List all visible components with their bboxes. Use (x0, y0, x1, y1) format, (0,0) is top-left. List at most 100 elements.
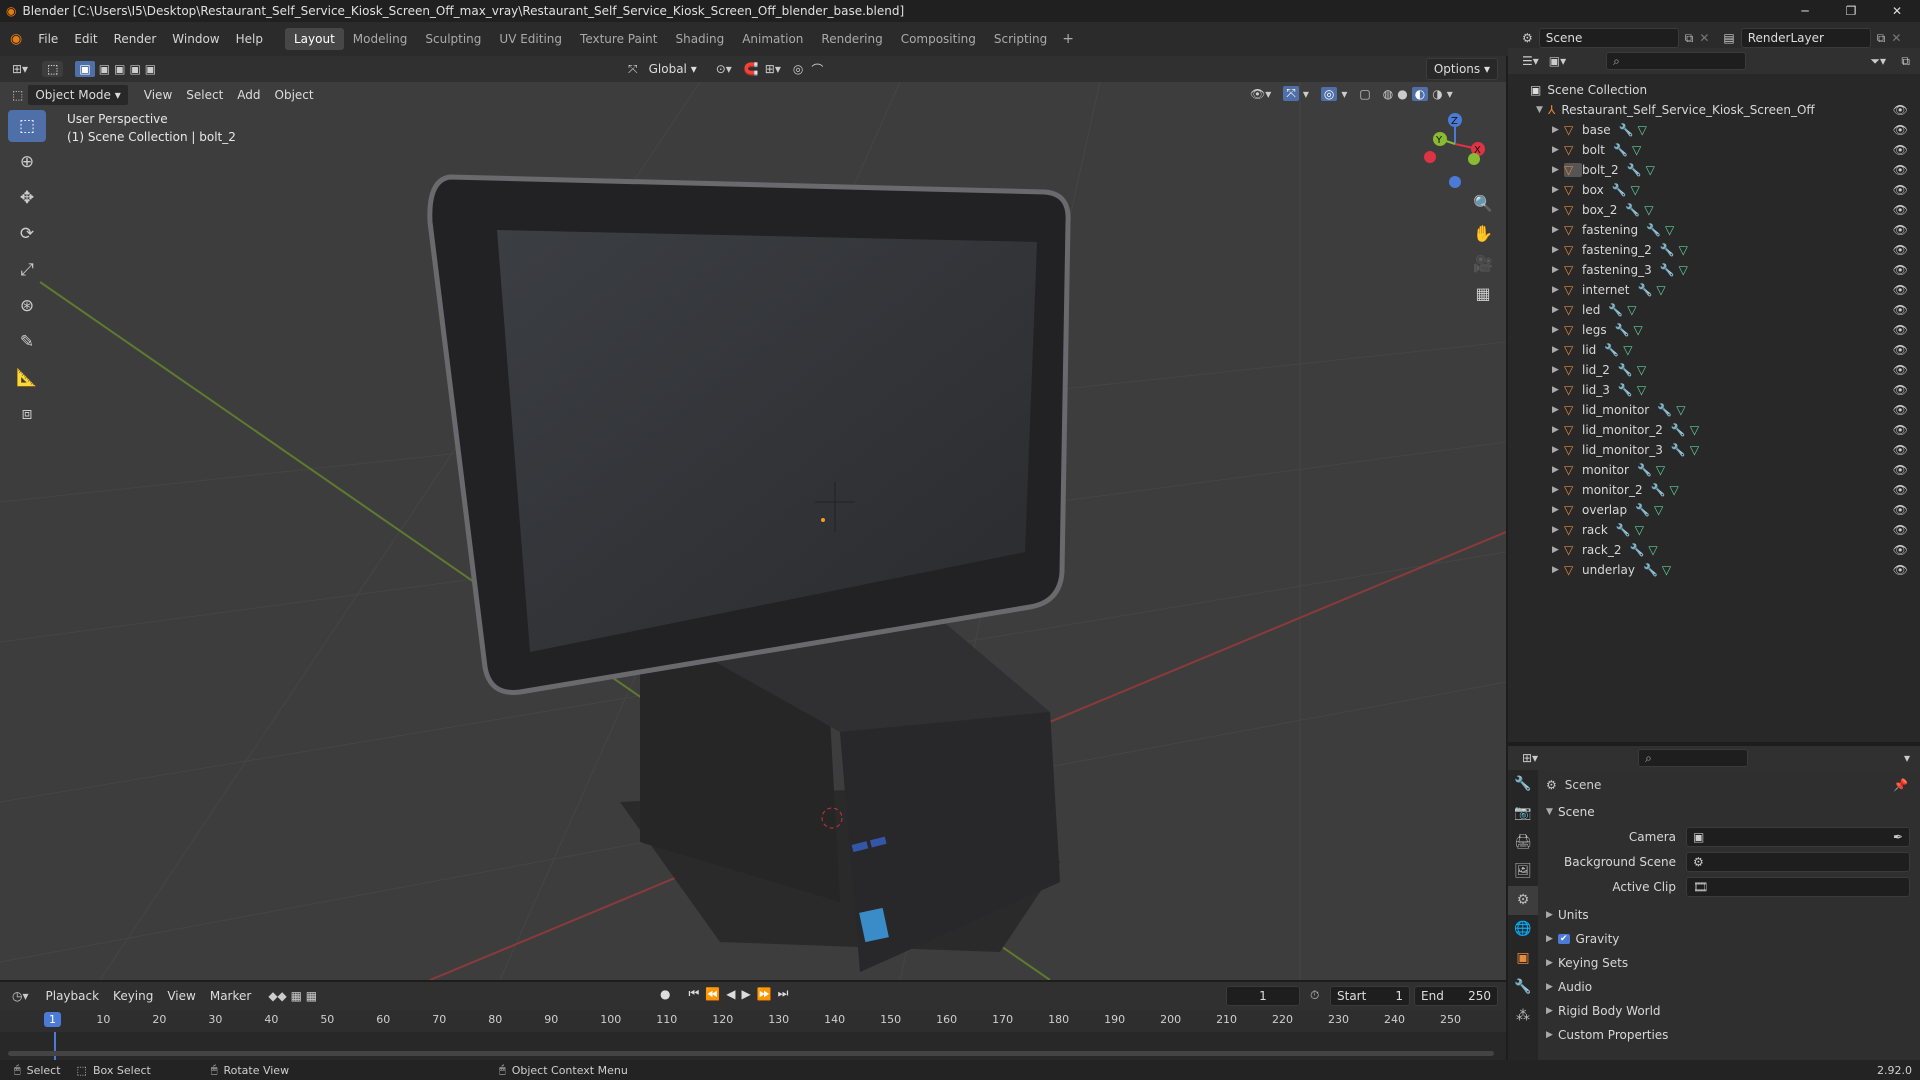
outliner-item-lid_3[interactable]: ▶ ▽ lid_3 🔧 ▽ 👁 (1508, 380, 1920, 400)
gravity-checkbox[interactable]: ✔ (1558, 934, 1570, 944)
filter-icon[interactable]: ⏷▾ (1870, 54, 1886, 69)
expand-arrow-icon[interactable]: ▶ (1552, 125, 1564, 135)
expand-arrow-icon[interactable]: ▶ (1552, 185, 1564, 195)
expand-arrow-icon[interactable]: ▶ (1552, 225, 1564, 235)
options-dropdown[interactable]: Options ▾ (1425, 58, 1498, 80)
modifier-icon[interactable]: 🔧 (1660, 263, 1675, 277)
add-cube-tool-icon[interactable]: ⧈ (8, 398, 46, 430)
tab-uv-editing[interactable]: UV Editing (490, 28, 571, 50)
visibility-eye-icon[interactable]: 👁 (1893, 243, 1908, 257)
overlays-dropdown-icon[interactable]: ▾ (1341, 87, 1347, 101)
modifier-icon[interactable]: 🔧 (1671, 443, 1686, 457)
tab-scripting[interactable]: Scripting (985, 28, 1056, 50)
expand-arrow-icon[interactable]: ▶ (1552, 565, 1564, 575)
tab-texture-paint[interactable]: Texture Paint (571, 28, 666, 50)
modifier-icon[interactable]: 🔧 (1660, 243, 1675, 257)
transform-tool-icon[interactable]: ⊛ (8, 290, 46, 322)
mesh-data-icon[interactable]: ▽ (1676, 403, 1685, 417)
mesh-data-icon[interactable]: ▽ (1679, 243, 1688, 257)
expand-arrow-icon[interactable]: ▶ (1552, 345, 1564, 355)
active-tool-icon[interactable]: ⬚ (42, 61, 64, 77)
preview-range-icon[interactable]: ⏱ (1310, 988, 1319, 1003)
new-scene-icon[interactable]: ⧉ (1685, 31, 1694, 46)
select-mode-subtract-icon[interactable]: ▣ (114, 62, 125, 76)
mesh-data-icon[interactable]: ▽ (1656, 463, 1665, 477)
select-mode-extend-icon[interactable]: ▣ (99, 62, 110, 76)
visibility-eye-icon[interactable]: 👁 (1893, 443, 1908, 457)
expand-arrow-icon[interactable]: ▶ (1552, 445, 1564, 455)
select-mode-invert-icon[interactable]: ▣ (129, 62, 140, 76)
visibility-eye-icon[interactable]: 👁 (1893, 463, 1908, 477)
timeline-menu-playback[interactable]: Playback (39, 986, 107, 1006)
outliner-item-lid_monitor_2[interactable]: ▶ ▽ lid_monitor_2 🔧 ▽ 👁 (1508, 420, 1920, 440)
mesh-data-icon[interactable]: ▽ (1665, 223, 1674, 237)
modifier-icon[interactable]: 🔧 (1608, 303, 1623, 317)
properties-search-input[interactable]: ⌕ (1638, 749, 1749, 767)
expand-arrow-icon[interactable]: ▶ (1552, 265, 1564, 275)
outliner-item-bolt[interactable]: ▶ ▽ bolt 🔧 ▽ 👁 (1508, 140, 1920, 160)
modifier-icon[interactable]: 🔧 (1643, 563, 1658, 577)
outliner-item-box[interactable]: ▶ ▽ box 🔧 ▽ 👁 (1508, 180, 1920, 200)
tab-sculpting[interactable]: Sculpting (416, 28, 490, 50)
menu-help[interactable]: Help (228, 32, 271, 46)
visibility-eye-icon[interactable]: 👁 (1893, 483, 1908, 497)
outliner-item-lid_2[interactable]: ▶ ▽ lid_2 🔧 ▽ 👁 (1508, 360, 1920, 380)
world-tab-icon[interactable]: 🌐 (1508, 915, 1538, 944)
visibility-eye-icon[interactable]: 👁 (1893, 343, 1908, 357)
minimize-button[interactable]: ─ (1782, 0, 1828, 22)
outliner-item-lid_monitor_3[interactable]: ▶ ▽ lid_monitor_3 🔧 ▽ 👁 (1508, 440, 1920, 460)
outliner-item-overlap[interactable]: ▶ ▽ overlap 🔧 ▽ 👁 (1508, 500, 1920, 520)
expand-arrow-icon[interactable]: ▶ (1552, 465, 1564, 475)
start-frame-field[interactable]: Start 1 (1330, 986, 1410, 1006)
outliner-item-box_2[interactable]: ▶ ▽ box_2 🔧 ▽ 👁 (1508, 200, 1920, 220)
modifier-icon[interactable]: 🔧 (1625, 203, 1640, 217)
mesh-data-icon[interactable]: ▽ (1679, 263, 1688, 277)
mesh-data-icon[interactable]: ▽ (1662, 563, 1671, 577)
outliner-item-bolt_2[interactable]: ▶ ▽ bolt_2 🔧 ▽ 👁 (1508, 160, 1920, 180)
mesh-data-icon[interactable]: ▽ (1690, 423, 1699, 437)
scene-collection-row[interactable]: ▣ Scene Collection (1508, 80, 1920, 100)
wireframe-shading-icon[interactable]: ◍ (1383, 87, 1393, 101)
zoom-icon[interactable]: 🔍 (1468, 194, 1498, 224)
modifier-icon[interactable]: 🔧 (1637, 463, 1652, 477)
modifier-icon[interactable]: 🔧 (1635, 503, 1650, 517)
mesh-data-icon[interactable]: ▽ (1644, 203, 1653, 217)
ortho-grid-icon[interactable]: ▦ (1468, 284, 1498, 314)
navigation-gizmo[interactable]: Z X Y (1424, 113, 1485, 188)
timeline-editor-type-icon[interactable]: ◷▾ (12, 989, 29, 1003)
mesh-data-icon[interactable]: ▽ (1637, 363, 1646, 377)
tab-rendering[interactable]: Rendering (812, 28, 891, 50)
modifier-icon[interactable]: 🔧 (1604, 343, 1619, 357)
gizmo-dropdown-icon[interactable]: ▾ (1303, 87, 1309, 101)
jump-end-icon[interactable]: ⏭ (778, 986, 789, 1001)
mesh-data-icon[interactable]: ▽ (1627, 303, 1636, 317)
expand-arrow-icon[interactable]: ▶ (1552, 165, 1564, 175)
add-workspace-button[interactable]: + (1062, 31, 1074, 47)
material-shading-icon[interactable]: ◐ (1411, 86, 1429, 101)
falloff-icon[interactable]: ⌒ (811, 61, 823, 78)
play-reverse-icon[interactable]: ◀ (726, 987, 735, 1001)
play-icon[interactable]: ▶ (741, 987, 750, 1001)
transform-orientation-dropdown[interactable]: Global ▾ (642, 59, 704, 79)
mesh-data-icon[interactable]: ▽ (1656, 283, 1665, 297)
tab-layout[interactable]: Layout (284, 28, 344, 50)
scene-panel-header[interactable]: ▼ Scene (1538, 800, 1920, 824)
new-layer-icon[interactable]: ⧉ (1877, 31, 1886, 46)
outliner-item-rack[interactable]: ▶ ▽ rack 🔧 ▽ 👁 (1508, 520, 1920, 540)
outliner-item-fastening_2[interactable]: ▶ ▽ fastening_2 🔧 ▽ 👁 (1508, 240, 1920, 260)
modifier-icon[interactable]: 🔧 (1619, 123, 1634, 137)
expand-arrow-icon[interactable]: ▶ (1552, 385, 1564, 395)
expand-arrow-icon[interactable]: ▶ (1552, 205, 1564, 215)
expand-arrow-icon[interactable]: ▶ (1552, 325, 1564, 335)
visibility-eye-icon[interactable]: 👁 (1893, 263, 1908, 277)
expand-arrow-icon[interactable]: ▶ (1552, 285, 1564, 295)
pivot-point-icon[interactable]: ⊙▾ (716, 62, 732, 76)
maximize-button[interactable]: ❐ (1828, 0, 1874, 22)
collection-row[interactable]: ▼ ⅄ Restaurant_Self_Service_Kiosk_Screen… (1508, 100, 1920, 120)
mesh-data-icon[interactable]: ▽ (1635, 523, 1644, 537)
field-value[interactable]: ⚙ (1686, 851, 1910, 872)
output-tab-icon[interactable]: 🖨 (1508, 828, 1538, 857)
scale-tool-icon[interactable]: ⤢ (8, 254, 46, 286)
visibility-eye-icon[interactable]: 👁 (1893, 283, 1908, 297)
eyedropper-icon[interactable]: ✒ (1893, 828, 1903, 846)
